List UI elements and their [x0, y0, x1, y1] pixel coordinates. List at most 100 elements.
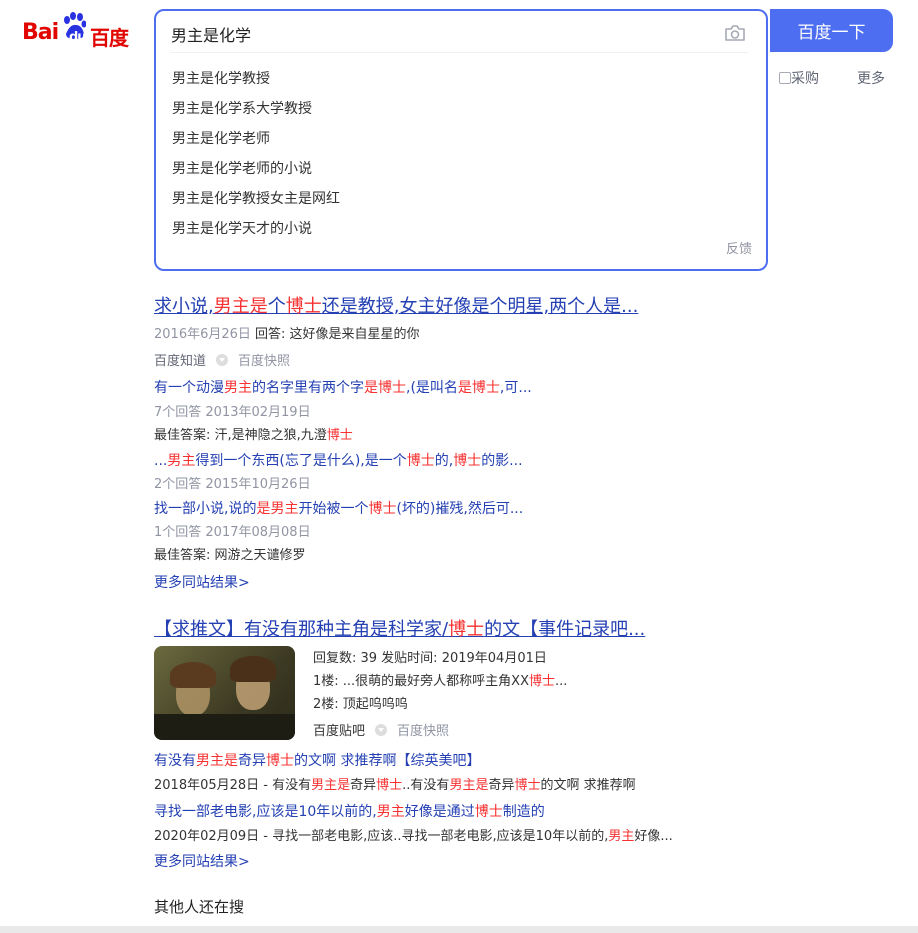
result-2-source-row: 百度贴吧 百度快照	[313, 720, 449, 739]
others-searching-title: 其他人还在搜	[154, 898, 245, 916]
suggestion-item[interactable]: 男主是化学老师	[172, 128, 270, 148]
text: 的文啊 求推荐啊【综英美吧】	[294, 753, 481, 769]
source-label[interactable]: 百度知道	[154, 354, 206, 369]
sub-question-1[interactable]: 有一个动漫男主的名字里有两个字是博士,(是叫名是博士,可...	[154, 377, 532, 397]
highlight: 博士	[514, 778, 541, 793]
bag-icon	[779, 72, 791, 84]
highlight: 是男主	[256, 501, 299, 517]
sub-post-1[interactable]: 有没有男主是奇异博士的文啊 求推荐啊【综英美吧】	[154, 750, 480, 770]
search-button[interactable]: 百度一下	[770, 9, 893, 52]
text: 有一个动漫	[154, 380, 224, 396]
nav-buy-label: 采购	[791, 71, 819, 87]
dropdown-icon[interactable]	[375, 724, 388, 736]
result-2-thumbnail[interactable]	[154, 646, 295, 740]
sub-question-3[interactable]: 找一部小说,说的是男主开始被一个博士(坏的)摧残,然后可...	[154, 498, 523, 518]
more-site-results-1[interactable]: 更多同站结果>	[154, 572, 250, 592]
hair-shape	[230, 656, 276, 682]
camera-icon[interactable]	[724, 23, 746, 43]
search-input[interactable]	[171, 21, 711, 47]
highlight: 博士	[368, 501, 397, 517]
hair-shape	[170, 662, 216, 688]
text: 2018年05月28日 - 有没有	[154, 778, 312, 793]
text: 有没有	[154, 753, 196, 769]
title-text: 【求推文】有没有那种主角是科学家/	[154, 619, 449, 640]
result-date: 2016年6月26日	[154, 327, 251, 342]
logo-text-bai: Bai	[22, 20, 59, 45]
feedback-link[interactable]: 反馈	[726, 238, 752, 257]
title-highlight: 博士	[285, 296, 322, 317]
title-highlight: 男主是	[213, 296, 268, 317]
text: 制造的	[502, 804, 545, 820]
highlight: 男主是	[449, 778, 489, 793]
sub-post-2[interactable]: 寻找一部老电影,应该是10年以前的,男主好像是通过博士制造的	[154, 801, 545, 821]
highlight: 博士	[406, 453, 435, 469]
text: ,可...	[499, 380, 532, 396]
text: 的影...	[481, 453, 523, 469]
title-highlight: 博士	[448, 619, 485, 640]
text: 好像...	[634, 829, 673, 844]
sub-question-3-meta: 1个回答 2017年08月08日	[154, 525, 311, 540]
result-2-meta: 回复数: 39 发贴时间: 2019年04月01日	[313, 651, 547, 666]
suggestion-item[interactable]: 男主是化学老师的小说	[172, 158, 312, 178]
title-text: 的文【事件记录吧...	[484, 619, 646, 640]
highlight: 男主	[167, 453, 196, 469]
highlight: 男主	[224, 380, 252, 396]
text: 寻找一部老电影,应该是10年以前的,	[154, 804, 377, 820]
text: ...	[555, 674, 568, 689]
text: 的文啊 求推荐啊	[540, 778, 636, 793]
text: 开始被一个	[298, 501, 369, 517]
suggestion-item[interactable]: 男主是化学教授	[172, 68, 270, 88]
logo-text-cn: 百度	[90, 26, 129, 50]
search-box: 男主是化学教授 男主是化学系大学教授 男主是化学老师 男主是化学老师的小说 男主…	[154, 9, 768, 271]
snapshot-link[interactable]: 百度快照	[397, 724, 449, 739]
highlight: 男主是	[196, 753, 238, 769]
text: 2020年02月09日 - 寻找一部老电影,应该..寻找一部老电影,应该是10年…	[154, 829, 609, 844]
title-text: 个	[267, 296, 286, 317]
source-label[interactable]: 百度贴吧	[313, 724, 365, 739]
text: 好像是通过	[404, 804, 475, 820]
highlight: 博士	[376, 778, 403, 793]
sub-question-2-meta: 2个回答 2015年10月26日	[154, 477, 311, 492]
text: 得到一个东西(忘了是什么),是一个	[195, 453, 407, 469]
result-2-title[interactable]: 【求推文】有没有那种主角是科学家/博士的文【事件记录吧...	[154, 615, 645, 641]
sub-question-2[interactable]: ...男主得到一个东西(忘了是什么),是一个博士的,博士的影...	[154, 450, 523, 470]
sub-question-1-meta: 7个回答 2013年02月19日	[154, 405, 311, 420]
sub-post-1-meta: 2018年05月28日 - 有没有男主是奇异博士..有没有男主是奇异博士的文啊 …	[154, 774, 636, 793]
text: 奇异	[350, 778, 377, 793]
text: 的,	[434, 453, 454, 469]
highlight: 男主	[376, 804, 405, 820]
sub-post-2-meta: 2020年02月09日 - 寻找一部老电影,应该..寻找一部老电影,应该是10年…	[154, 825, 673, 844]
highlight: 博士	[529, 674, 556, 689]
sub-question-3-best: 最佳答案: 网游之天谴修罗	[154, 548, 306, 563]
highlight: 博士	[474, 804, 503, 820]
suggestion-item[interactable]: 男主是化学教授女主是网红	[172, 188, 340, 208]
result-2-floor-2: 2楼: 顶起呜呜呜	[313, 697, 408, 712]
text: ,(是叫名	[406, 380, 458, 396]
text: ..有没有	[402, 778, 450, 793]
highlight: 是博士	[457, 380, 500, 396]
text: (坏的)摧残,然后可...	[396, 501, 524, 517]
snapshot-link[interactable]: 百度快照	[238, 354, 290, 369]
nav-buy-link[interactable]: 采购	[779, 68, 819, 88]
result-1-title[interactable]: 求小说,男主是个博士还是教授,女主好像是个明星,两个人是...	[154, 292, 638, 318]
more-site-results-2[interactable]: 更多同站结果>	[154, 851, 250, 871]
horizontal-scrollbar[interactable]	[0, 926, 918, 933]
result-1-source-row: 百度知道 百度快照	[154, 350, 290, 369]
dropdown-icon[interactable]	[216, 354, 229, 366]
text: 最佳答案: 汗,是神隐之狼,九澄	[154, 428, 327, 443]
highlight: 博士	[326, 428, 353, 443]
text: 奇异	[488, 778, 515, 793]
suggestion-item[interactable]: 男主是化学系大学教授	[172, 98, 312, 118]
body-shape	[154, 714, 295, 740]
baidu-logo[interactable]: Bai du 百度	[22, 12, 134, 52]
highlight: 男主	[608, 829, 635, 844]
suggestion-item[interactable]: 男主是化学天才的小说	[172, 218, 312, 238]
text: 找一部小说,说的	[154, 501, 257, 517]
nav-more-link[interactable]: 更多	[857, 68, 885, 88]
highlight: 是博士	[364, 380, 406, 396]
text: 的名字里有两个字	[252, 380, 364, 396]
result-1-abstract: 2016年6月26日 回答: 这好像是来自星星的你	[154, 323, 420, 342]
highlight: 博士	[453, 453, 482, 469]
text: 1楼: ...很萌的最好旁人都称呼主角XX	[313, 674, 529, 689]
highlight: 博士	[266, 753, 294, 769]
